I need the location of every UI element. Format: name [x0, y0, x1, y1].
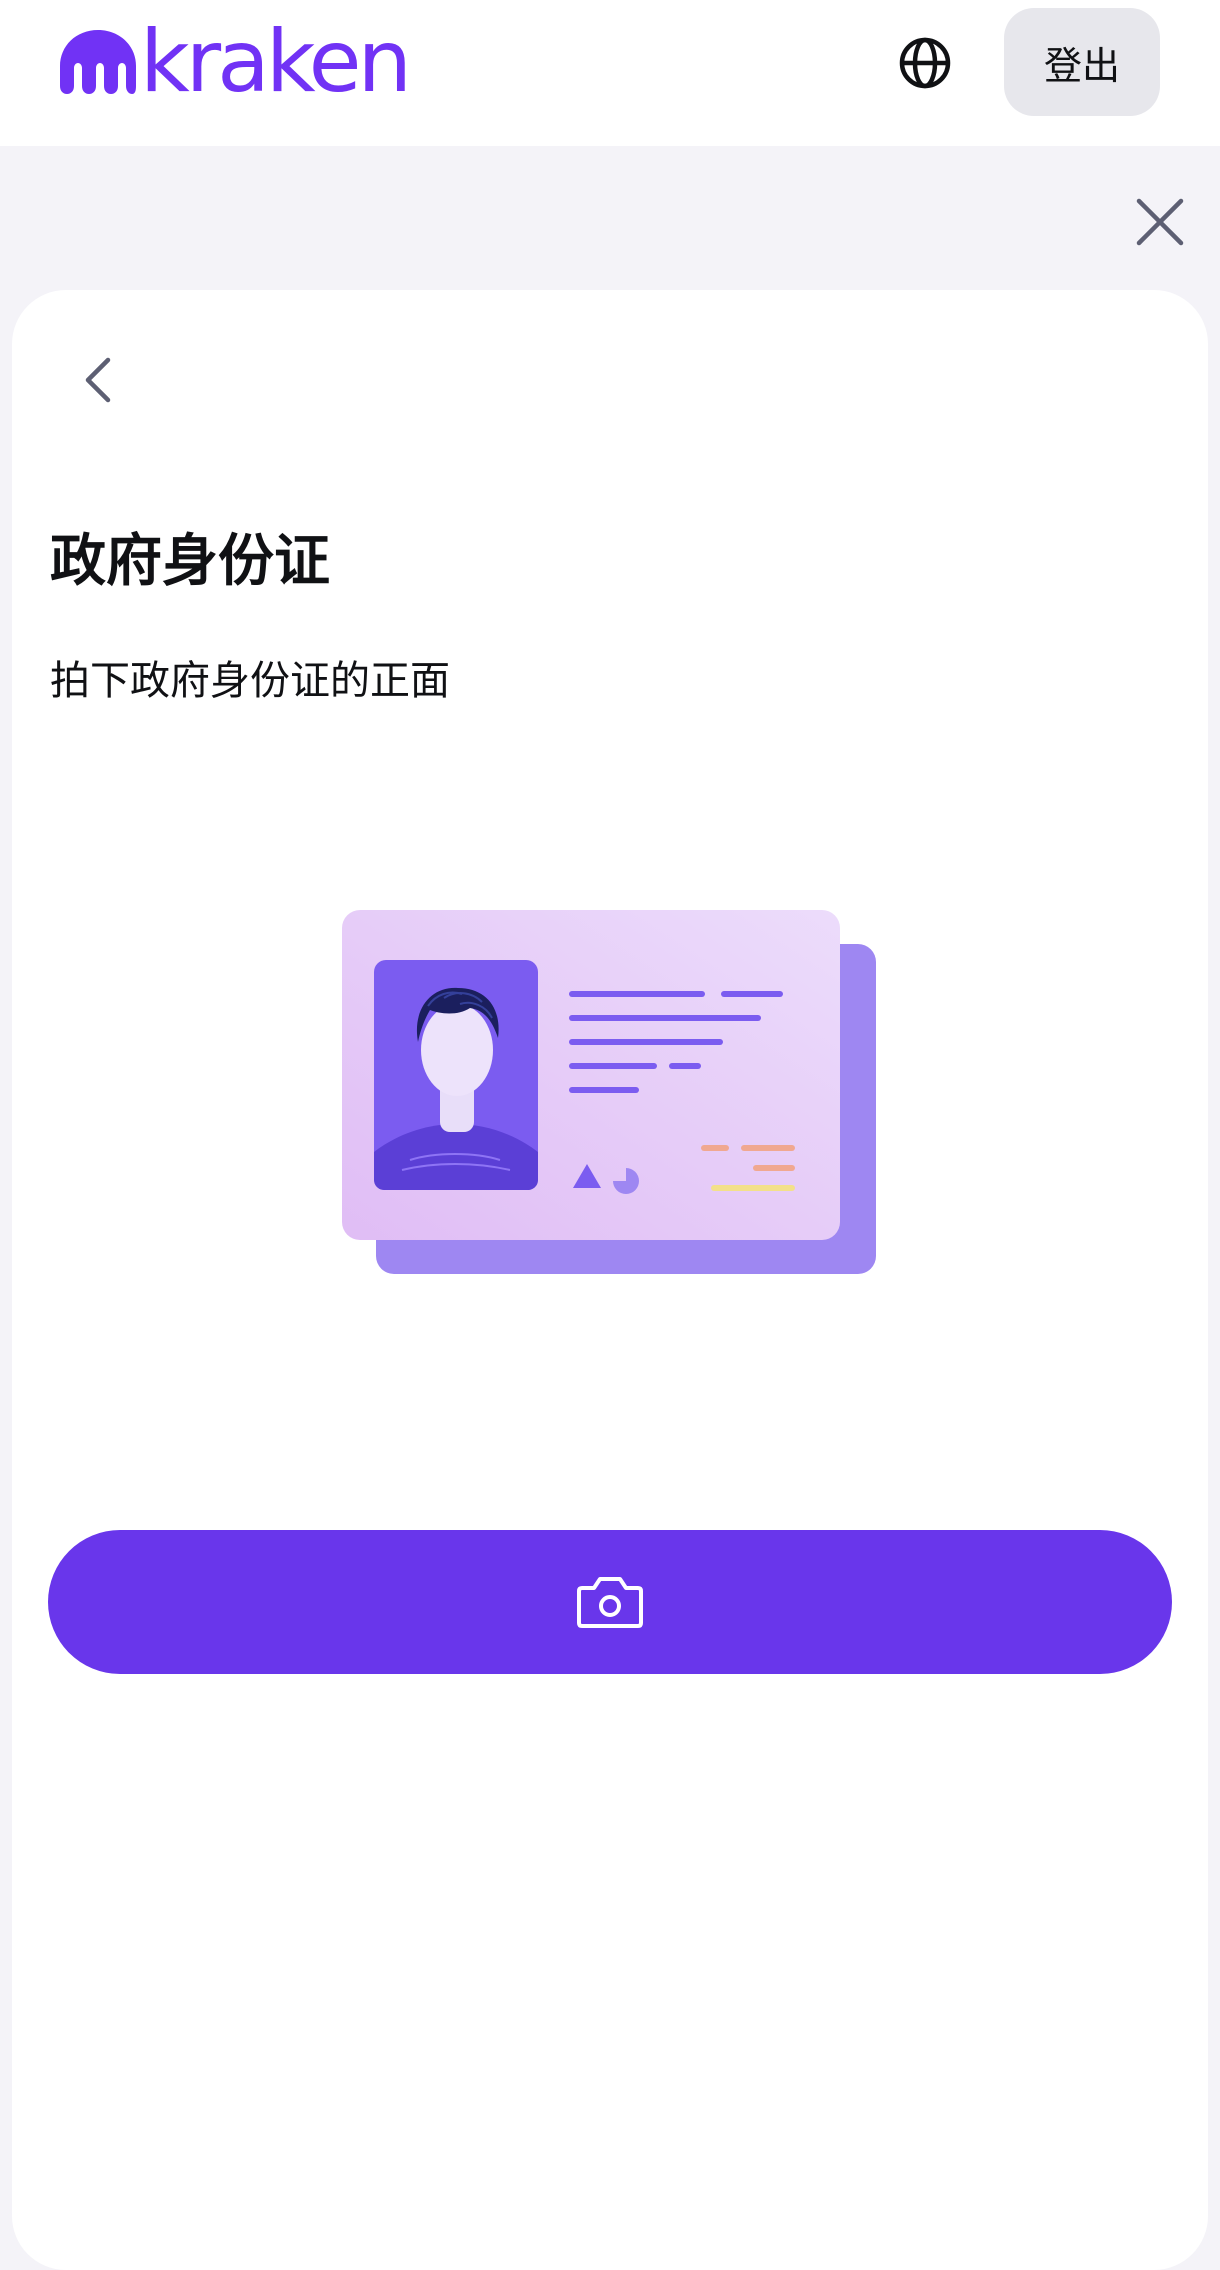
page-title: 政府身份证 [50, 529, 330, 594]
kraken-logo[interactable]: kraken [58, 12, 412, 112]
take-photo-button[interactable] [48, 1530, 1172, 1674]
id-upload-card: 政府身份证 拍下政府身份证的正面 [12, 290, 1208, 2270]
portrait-face [421, 1004, 493, 1096]
page-subtitle: 拍下政府身份证的正面 [50, 658, 450, 704]
close-button[interactable] [1130, 192, 1190, 252]
language-button[interactable] [898, 36, 952, 90]
id-card-illustration [342, 910, 876, 1274]
close-icon [1136, 198, 1184, 246]
logout-button[interactable]: 登出 [1004, 8, 1160, 116]
header: kraken 登出 [0, 0, 1220, 146]
kraken-logo-icon [60, 30, 136, 94]
logo-wordmark: kraken [140, 12, 412, 112]
chevron-left-icon [85, 357, 111, 403]
camera-icon [577, 1577, 643, 1628]
back-button[interactable] [68, 350, 128, 410]
globe-icon [899, 37, 951, 89]
